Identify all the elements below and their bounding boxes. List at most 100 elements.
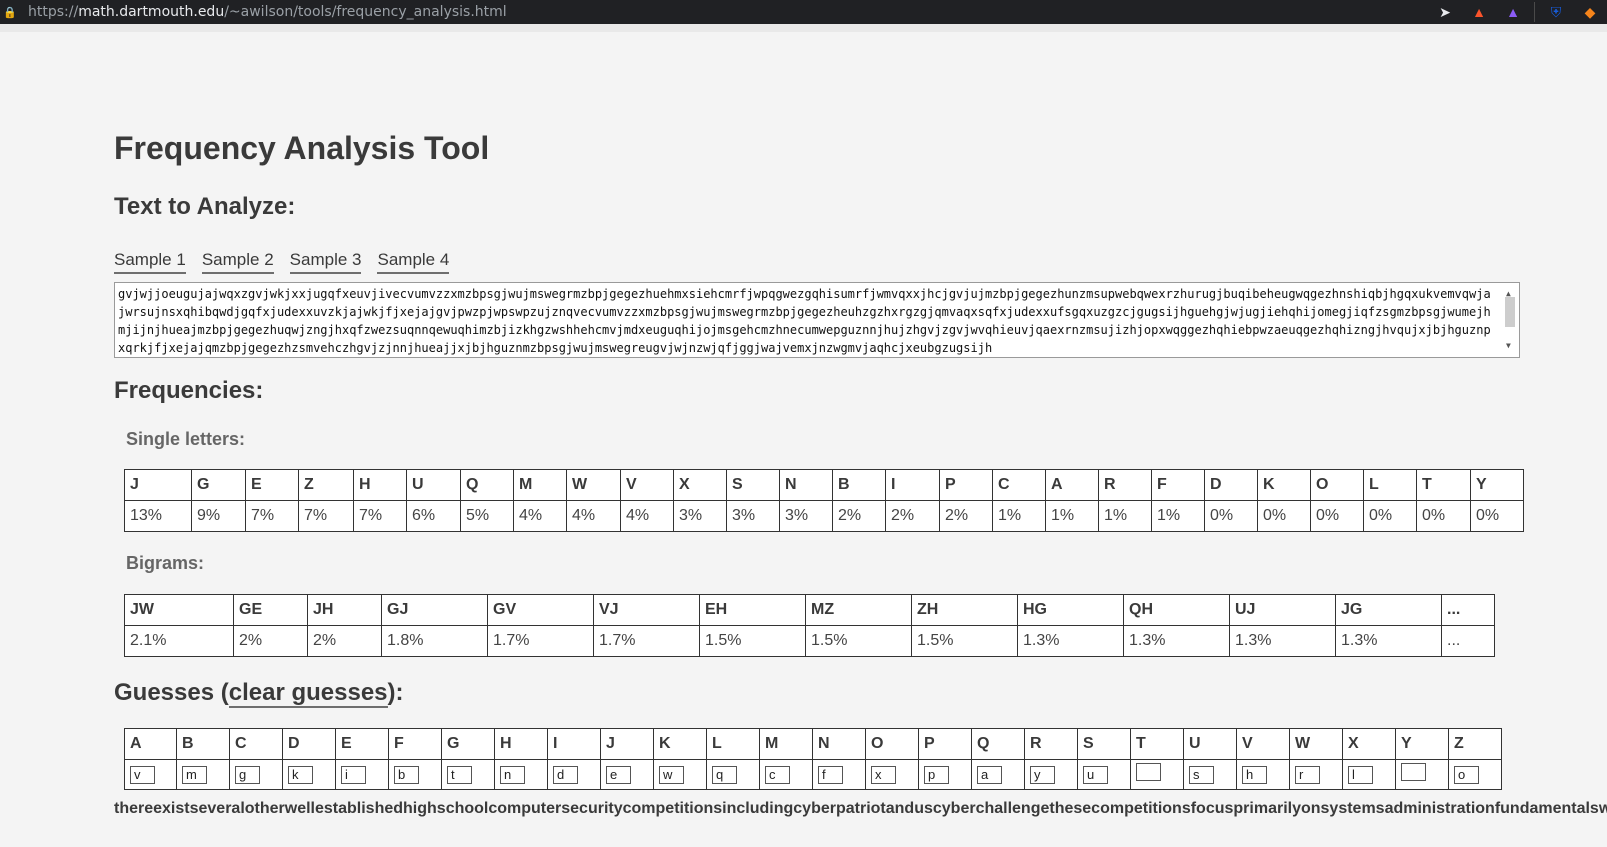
guess-cell [1395, 759, 1449, 790]
bigram-frequency-cell: 1.3% [1017, 625, 1124, 657]
guess-letter-e: E [335, 728, 389, 760]
guesses-table: ABCDEFGHIJKLMNOPQRSTUVWXYZ v m g k i b t n d e w q c… [124, 728, 1502, 790]
bigram-frequency-cell: 1.3% [1123, 625, 1230, 657]
guess-input-a[interactable]: v [130, 765, 155, 784]
single-letter-frequency-cell: 0% [1363, 500, 1417, 532]
guess-input-g[interactable]: t [447, 765, 472, 784]
sample-1-link[interactable]: Sample 1 [114, 250, 186, 274]
guess-letter-h: H [494, 728, 548, 760]
guess-input-b[interactable]: m [182, 765, 207, 784]
single-letter-cell: S [726, 469, 780, 501]
guess-input-w[interactable]: r [1295, 765, 1320, 784]
guess-input-i[interactable]: d [553, 765, 578, 784]
single-letter-frequency-cell: 9% [191, 500, 246, 532]
lock-icon: 🔒 [3, 6, 17, 19]
single-letter-cell: T [1416, 469, 1471, 501]
single-letter-frequency-cell: 7% [298, 500, 354, 532]
single-letter-cell: X [673, 469, 727, 501]
guess-input-d[interactable]: k [288, 765, 313, 784]
guesses-input-row: vmgkibtndewqcfxpayushrlo [124, 759, 1502, 790]
guess-input-v[interactable]: h [1242, 765, 1267, 784]
single-letter-cell: L [1363, 469, 1417, 501]
guess-letter-z: Z [1448, 728, 1502, 760]
single-letter-cell: R [1098, 469, 1152, 501]
url-scheme: https:// [28, 4, 79, 20]
bigram-cell: MZ [805, 594, 912, 626]
guess-input-r[interactable]: y [1030, 765, 1055, 784]
bigram-frequency-cell: 2% [307, 625, 382, 657]
single-letter-cell: Z [298, 469, 354, 501]
single-letter-cell: A [1045, 469, 1099, 501]
guess-letter-p: P [918, 728, 972, 760]
bigram-header-row: JW GE JH GJ GV VJ EH MZ ZH HG QH UJ JG... [124, 594, 1495, 626]
textarea-scrollbar[interactable]: ▲ ▼ [1503, 285, 1517, 355]
brave-shield-icon[interactable]: ▲ [1468, 1, 1490, 23]
bigram-frequency-cell: ... [1441, 625, 1495, 657]
single-letter-frequency-cell: 4% [566, 500, 621, 532]
guess-input-s[interactable]: u [1083, 765, 1108, 784]
bigram-cell: ZH [911, 594, 1018, 626]
scroll-down-icon[interactable]: ▼ [1506, 337, 1511, 355]
sample-4-link[interactable]: Sample 4 [377, 250, 450, 274]
guess-letter-u: U [1183, 728, 1237, 760]
brave-rewards-icon[interactable]: ▲ [1502, 1, 1524, 23]
single-letter-cell: C [992, 469, 1046, 501]
ciphertext-input[interactable]: gvjwjjoeugujajwqxzgvjwkjxxjugqfxeuvjivec… [114, 282, 1520, 358]
guess-letter-r: R [1024, 728, 1078, 760]
bigram-frequency-cell: 1.3% [1335, 625, 1442, 657]
text-to-analyze-heading: Text to Analyze: [114, 193, 296, 220]
guess-input-k[interactable]: w [659, 765, 684, 784]
guess-letter-o: O [865, 728, 919, 760]
metamask-icon[interactable]: ◆ [1579, 1, 1601, 23]
guess-cell: u [1077, 759, 1131, 790]
send-icon[interactable]: ➤ [1434, 1, 1456, 23]
guess-letter-m: M [759, 728, 813, 760]
single-letters-heading: Single letters: [126, 429, 246, 449]
guess-input-t[interactable] [1136, 763, 1161, 781]
guess-cell: b [388, 759, 442, 790]
guess-input-m[interactable]: c [765, 765, 790, 784]
sample-3-link[interactable]: Sample 3 [289, 250, 362, 274]
guess-input-e[interactable]: i [341, 765, 366, 784]
single-letter-frequency-cell: 0% [1257, 500, 1311, 532]
scroll-thumb[interactable] [1505, 297, 1515, 327]
guess-input-x[interactable]: l [1348, 765, 1373, 784]
guess-input-n[interactable]: f [818, 765, 843, 784]
single-letter-frequency-cell: 0% [1416, 500, 1471, 532]
toolbar-divider [1534, 2, 1535, 22]
sample-2-link[interactable]: Sample 2 [201, 250, 274, 274]
bigram-cell: EH [699, 594, 806, 626]
guess-letter-a: A [124, 728, 177, 760]
single-letter-table: JGEZHUQMWVXSNBIPCARFDKOLTY 13% 9% 7% 7% 7% 6%… [124, 469, 1524, 532]
single-letter-cell: I [885, 469, 940, 501]
address-bar[interactable]: https://math.dartmouth.edu/~awilson/tool… [28, 4, 507, 20]
url-path: /~awilson/tools/frequency_analysis.html [224, 4, 507, 20]
bigram-cell: JW [124, 594, 234, 626]
single-letter-cell: H [353, 469, 407, 501]
guess-input-f[interactable]: b [394, 765, 419, 784]
bigram-cell: GE [233, 594, 308, 626]
guess-input-z[interactable]: o [1454, 765, 1479, 784]
guess-input-c[interactable]: g [235, 765, 260, 784]
single-letter-cell: O [1310, 469, 1364, 501]
guess-cell: m [176, 759, 230, 790]
bigram-frequency-cell: 1.5% [699, 625, 806, 657]
frequencies-heading: Frequencies: [114, 377, 264, 404]
guess-letter-i: I [547, 728, 601, 760]
guess-input-p[interactable]: p [924, 765, 949, 784]
guess-cell: p [918, 759, 972, 790]
bitwarden-icon[interactable]: ⛨ [1545, 1, 1567, 23]
clear-guesses-link[interactable]: clear guesses [228, 679, 388, 708]
single-letter-cell: N [779, 469, 833, 501]
bigram-frequency-cell: 1.7% [487, 625, 594, 657]
guess-input-o[interactable]: x [871, 765, 896, 784]
guess-input-q[interactable]: a [977, 765, 1002, 784]
guess-input-y[interactable] [1401, 763, 1426, 781]
guess-input-l[interactable]: q [712, 765, 737, 784]
decoded-text: thereexistseveralotherwellestablishedhig… [114, 800, 1607, 817]
guess-input-j[interactable]: e [606, 765, 631, 784]
single-letter-cell: E [245, 469, 299, 501]
guess-cell: r [1289, 759, 1343, 790]
guess-input-u[interactable]: s [1189, 765, 1214, 784]
guess-input-h[interactable]: n [500, 765, 525, 784]
